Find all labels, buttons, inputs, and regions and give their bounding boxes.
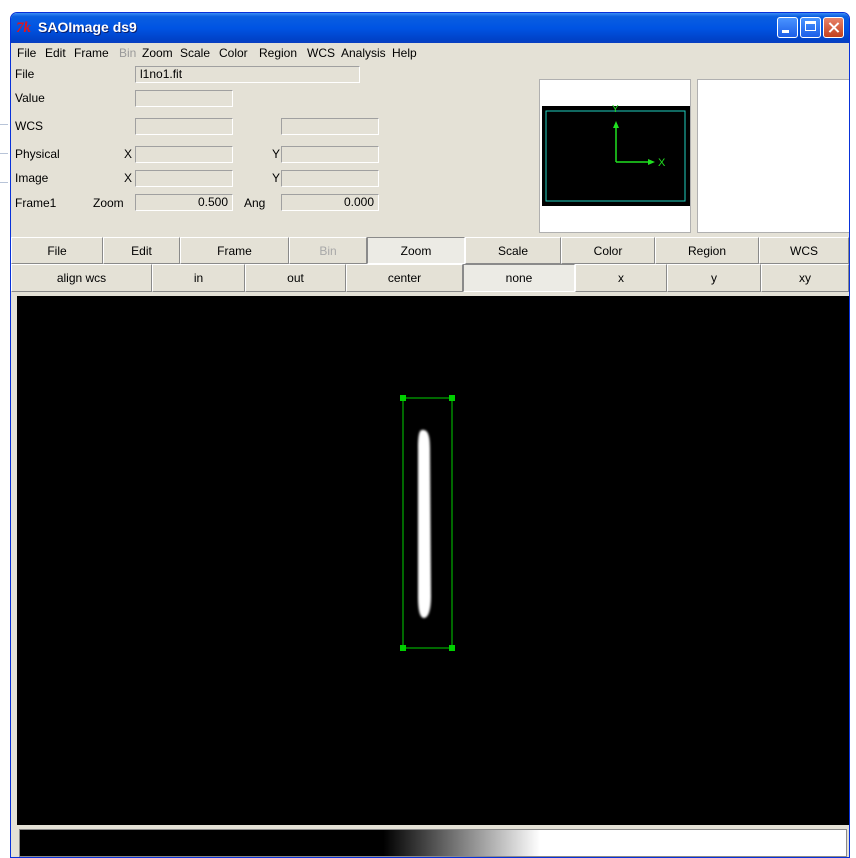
ds9-window: 7k SAOImage ds9 File Edit Frame Bin Zoom… [10,12,850,858]
button-orient-y[interactable]: y [667,264,761,292]
button-zoom-in[interactable]: in [152,264,245,292]
button-scale[interactable]: Scale [465,237,561,264]
physical-y-field [281,146,379,163]
button-zoom[interactable]: Zoom [367,237,465,264]
button-orient-none[interactable]: none [463,264,575,292]
angle-label: Ang [244,196,266,210]
menu-wcs[interactable]: WCS [307,46,335,60]
value-field [135,90,233,107]
button-zoom-center[interactable]: center [346,264,463,292]
minimize-icon [782,30,789,33]
menu-color[interactable]: Color [219,46,248,60]
magnifier-panel[interactable]: Y X [539,79,691,233]
button-orient-x[interactable]: x [575,264,667,292]
wcs-label: WCS [15,119,43,133]
region-handle[interactable] [449,395,455,401]
menu-edit[interactable]: Edit [45,46,66,60]
button-region[interactable]: Region [655,237,759,264]
frame-label: Frame1 [15,196,57,210]
x-axis-label: X [658,157,666,169]
image-x-label: X [124,171,133,185]
minimize-button[interactable] [777,17,798,38]
image-y-field [281,170,379,187]
region-handle[interactable] [400,395,406,401]
tk-app-icon[interactable]: 7k [16,19,31,37]
physical-x-field [135,146,233,163]
wcs-field-2 [281,118,379,135]
menu-zoom[interactable]: Zoom [142,46,173,60]
menu-bar: File Edit Frame Bin Zoom Scale Color Reg… [11,43,849,63]
image-x-field [135,170,233,187]
menu-bin[interactable]: Bin [119,46,136,60]
window-title: SAOImage ds9 [38,19,137,35]
physical-x-label: X [124,147,133,161]
maximize-button[interactable] [800,17,821,38]
zoom-button-bar: align wcs in out center none x y xy [11,264,849,292]
image-label: Image [15,171,49,185]
info-panel: File l1no1.fit Value WCS Physical X Y Im… [11,63,849,237]
close-button[interactable] [823,17,844,38]
physical-label: Physical [15,147,60,161]
button-orient-xy[interactable]: xy [761,264,849,292]
button-edit[interactable]: Edit [103,237,180,264]
button-color[interactable]: Color [561,237,655,264]
y-axis-label: Y [612,104,619,115]
button-align-wcs[interactable]: align wcs [11,264,152,292]
menu-frame[interactable]: Frame [74,46,109,60]
button-frame[interactable]: Frame [180,237,289,264]
maximize-icon [805,21,816,31]
source-streak [418,429,431,618]
button-zoom-out[interactable]: out [245,264,346,292]
region-handle[interactable] [449,645,455,651]
angle-value-field: 0.000 [281,194,379,211]
menu-scale[interactable]: Scale [180,46,210,60]
physical-y-label: Y [272,147,281,161]
file-label: File [15,67,35,81]
file-name-field: l1no1.fit [135,66,360,83]
button-wcs[interactable]: WCS [759,237,849,264]
menu-help[interactable]: Help [392,46,417,60]
menu-file[interactable]: File [17,46,36,60]
panner-panel[interactable] [697,79,849,233]
value-label: Value [15,91,45,105]
image-canvas[interactable] [17,296,849,825]
zoom-label: Zoom [93,196,124,210]
colorbar[interactable] [19,829,847,857]
button-file[interactable]: File [11,237,103,264]
background-window-edge [0,96,8,216]
title-bar[interactable]: 7k SAOImage ds9 [11,13,849,43]
image-y-label: Y [272,171,281,185]
button-bin[interactable]: Bin [289,237,367,264]
zoom-value-field: 0.500 [135,194,233,211]
region-handle[interactable] [400,645,406,651]
menu-analysis[interactable]: Analysis [341,46,386,60]
menu-region[interactable]: Region [259,46,297,60]
wcs-field-1 [135,118,233,135]
main-button-bar: File Edit Frame Bin Zoom Scale Color Reg… [11,237,849,264]
